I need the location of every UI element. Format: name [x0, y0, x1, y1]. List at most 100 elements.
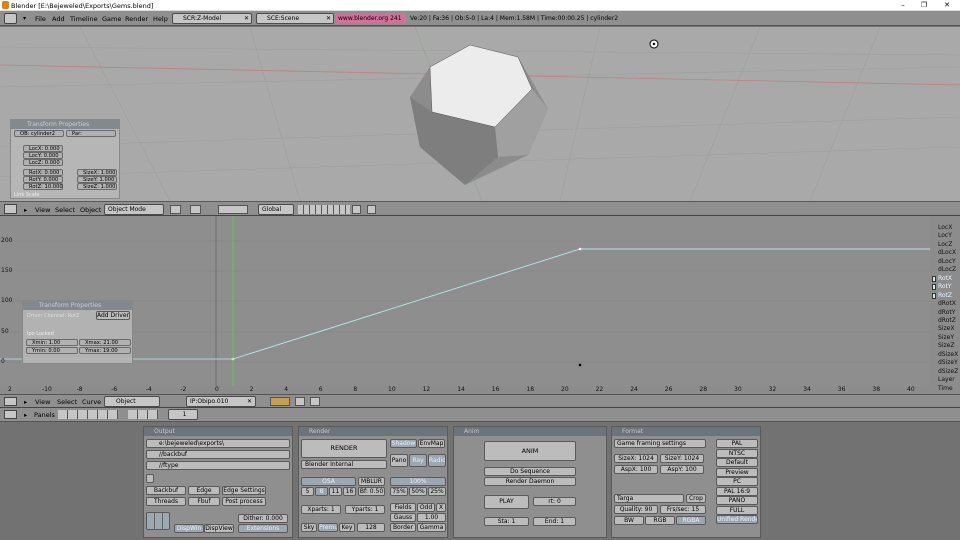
channel-dlocz[interactable]: dLocZ [938, 266, 956, 273]
pivot-icon[interactable] [190, 205, 201, 214]
post-process-button[interactable]: Post process [222, 497, 266, 506]
ymax-field[interactable]: Ymax: 19.00 [79, 347, 131, 354]
maximize-button[interactable]: ❐ [918, 1, 930, 10]
channel-rotz[interactable]: RotZ [938, 292, 952, 299]
ray-button[interactable]: Ray [409, 454, 427, 467]
channel-dlocy[interactable]: dLocY [938, 258, 956, 265]
close-button[interactable]: ✕ [941, 1, 953, 10]
panels-menu[interactable]: Panels [34, 411, 55, 419]
loc-z-field[interactable]: LocZ: 0.000 [23, 159, 63, 166]
asp-x-field[interactable]: AspX: 100 [614, 465, 658, 474]
channel-roty[interactable]: RotY [938, 283, 952, 290]
start-frame-field[interactable]: Sta: 1 [484, 517, 529, 526]
keyframe-icons[interactable] [270, 397, 290, 406]
bw-button[interactable]: BW [614, 516, 644, 525]
add-driver-button[interactable]: Add Driver [96, 311, 130, 320]
close-icon[interactable]: ✕ [326, 14, 331, 23]
percent-button[interactable]: 100% [390, 477, 446, 486]
minimize-button[interactable]: – [897, 1, 909, 10]
unified-render-button[interactable]: Unified Render [716, 515, 758, 524]
preset-pano[interactable]: PANO [716, 496, 758, 505]
pct-25-button[interactable]: 25% [428, 487, 446, 496]
osa-8-button[interactable]: 8 [315, 487, 328, 496]
rot-z-field[interactable]: RotZ: 10.000 [23, 183, 63, 190]
size-x-field[interactable]: SizeX: 1024 [614, 454, 658, 463]
pct-75-button[interactable]: 75% [390, 487, 408, 496]
preset-pc[interactable]: PC [716, 477, 758, 486]
ymin-field[interactable]: Ymin: 0.00 [26, 347, 78, 354]
loc-y-field[interactable]: LocY: 0.000 [23, 152, 63, 159]
website-link[interactable]: www.blender.org 241 [336, 14, 406, 23]
channel-locz[interactable]: LocZ [938, 241, 952, 248]
xparts-field[interactable]: Xparts: 1 [301, 505, 341, 514]
edge-settings-button[interactable]: Edge Settings [222, 486, 266, 495]
shading-icon[interactable] [170, 205, 181, 214]
menu-game[interactable]: Game [102, 15, 121, 23]
editor-type-icon[interactable] [4, 204, 17, 214]
ipo-type-selector[interactable]: Object [104, 396, 160, 407]
size-z-field[interactable]: SizeZ: 1.000 [77, 183, 117, 190]
mode-selector[interactable]: Object Mode [104, 204, 164, 215]
ftype-path-field[interactable]: //ftype [146, 461, 290, 470]
context-icons[interactable] [58, 410, 118, 419]
rgb-button[interactable]: RGB [645, 516, 675, 525]
size-y-field[interactable]: SizeY: 1024 [660, 454, 704, 463]
size-x-field[interactable]: SizeX: 1.000 [77, 169, 117, 176]
channel-dsizez[interactable]: dSizeZ [938, 368, 958, 375]
rot-x-field[interactable]: RotX: 0.000 [23, 169, 63, 176]
dispview-button[interactable]: DispView [204, 524, 234, 533]
rgba-button[interactable]: RGBA [676, 516, 706, 525]
menu-view[interactable]: View [35, 206, 50, 214]
orientation-selector[interactable]: Global [258, 204, 294, 215]
view-all-icon[interactable] [295, 397, 305, 406]
extensions-button[interactable]: Extensions [238, 524, 288, 533]
collapse-icon[interactable]: ▸ [24, 398, 27, 406]
premul-button[interactable]: Premul [318, 523, 338, 532]
copy-icon[interactable] [310, 397, 320, 406]
menu-object[interactable]: Object [80, 206, 101, 214]
channel-sizey[interactable]: SizeY [938, 334, 954, 341]
yparts-field[interactable]: Yparts: 1 [345, 505, 385, 514]
shadow-button[interactable]: Shadow [390, 439, 417, 448]
osa-11-button[interactable]: 11 [329, 487, 342, 496]
channel-sizex[interactable]: SizeX [938, 325, 954, 332]
channel-color-swatch[interactable] [932, 284, 936, 291]
channel-drotx[interactable]: dRotX [938, 300, 956, 307]
menu-render[interactable]: Render [125, 15, 148, 23]
channel-color-swatch[interactable] [932, 292, 936, 299]
gauss-value-field[interactable]: 1.00 [417, 513, 446, 522]
mblur-button[interactable]: MBLUR [358, 477, 385, 486]
channel-locy[interactable]: LocY [938, 232, 952, 239]
fields-button[interactable]: Fields [390, 503, 416, 512]
key-value-field[interactable]: 128 [357, 523, 385, 532]
end-frame-field[interactable]: End: 1 [533, 517, 576, 526]
menu-help[interactable]: Help [153, 15, 168, 23]
channel-droty[interactable]: dRotY [938, 309, 955, 316]
anim-button[interactable]: ANIM [484, 441, 576, 461]
channel-dsizex[interactable]: dSizeX [938, 351, 958, 358]
menu-file[interactable]: File [35, 15, 46, 23]
backbuf-button[interactable]: Backbuf [146, 486, 186, 495]
pct-50-button[interactable]: 50% [409, 487, 427, 496]
ipo-graph[interactable] [0, 216, 960, 394]
pano-button[interactable]: Pano [390, 454, 408, 467]
channel-color-swatch[interactable] [932, 275, 936, 282]
gauss-button[interactable]: Gauss [390, 513, 416, 522]
game-framing-button[interactable]: Game framing settings [614, 439, 706, 448]
manipulator-icons[interactable] [218, 205, 248, 214]
preset-pal169[interactable]: PAL 16:9 [716, 486, 758, 496]
osa-5-button[interactable]: 5 [301, 487, 314, 496]
file-format-selector[interactable]: Targa [614, 494, 684, 503]
channel-dsizey[interactable]: dSizeY [938, 359, 958, 366]
render-icon[interactable] [367, 205, 376, 214]
preset-ntsc[interactable]: NTSC [716, 448, 758, 458]
editor-type-icon[interactable] [4, 397, 17, 406]
bf-field[interactable]: Bf: 0.50 [358, 487, 385, 496]
odd-button[interactable]: Odd [417, 503, 435, 512]
dispwin-button[interactable]: DispWin [174, 524, 204, 533]
preset-preview[interactable]: Preview [716, 467, 758, 477]
parent-field[interactable]: Par: [66, 130, 116, 137]
menu-select[interactable]: Select [55, 206, 75, 214]
fbuf-button[interactable]: Fbuf [188, 497, 220, 506]
channel-sizez[interactable]: SizeZ [938, 342, 954, 349]
